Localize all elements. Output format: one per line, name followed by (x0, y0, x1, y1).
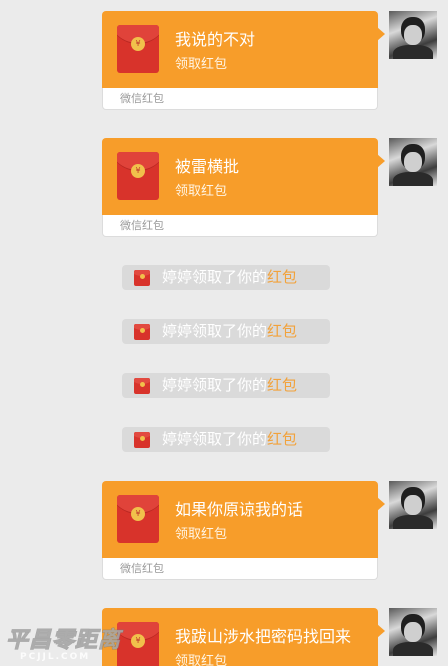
watermark-text: 平昌零距离 (5, 628, 122, 654)
user-avatar[interactable] (389, 138, 437, 186)
red-packet-message[interactable]: ¥ 如果你原谅我的话 领取红包 微信红包 (102, 481, 385, 580)
red-packet-title: 我跋山涉水把密码找回来 (175, 627, 352, 646)
site-watermark: 平昌零距离 PCJJL.COM (5, 622, 122, 663)
red-packet-link[interactable]: 红包 (267, 376, 297, 394)
red-packet-small-icon (134, 432, 150, 448)
red-packet-small-icon (134, 270, 150, 286)
notice-text: 婷婷领取了你的 (162, 376, 268, 394)
notice-text: 婷婷领取了你的 (162, 322, 268, 340)
red-packet-claimed-notice: 婷婷领取了你的红包 (122, 373, 330, 398)
watermark-url: PCJJL.COM (20, 652, 91, 662)
red-packet-icon: ¥ (117, 622, 159, 666)
red-packet-bubble[interactable]: ¥ 我说的不对 领取红包 (102, 11, 385, 88)
red-packet-bubble[interactable]: ¥ 如果你原谅我的话 领取红包 (102, 481, 385, 558)
red-packet-link[interactable]: 红包 (267, 430, 297, 448)
user-avatar[interactable] (389, 11, 437, 59)
chat-window: ¥ 我说的不对 领取红包 微信红包 ¥ 被雷横批 领取红包 微信红包 婷婷领取了… (0, 0, 448, 666)
coin-icon: ¥ (131, 164, 145, 178)
red-packet-icon: ¥ (117, 25, 159, 73)
coin-icon: ¥ (131, 37, 145, 51)
red-packet-bubble[interactable]: ¥ 被雷横批 领取红包 (102, 138, 385, 215)
red-packet-link[interactable]: 红包 (267, 268, 297, 286)
user-avatar[interactable] (389, 481, 437, 529)
red-packet-message[interactable]: ¥ 被雷横批 领取红包 微信红包 (102, 138, 385, 237)
red-packet-claimed-notice: 婷婷领取了你的红包 (122, 265, 330, 290)
red-packet-action: 领取红包 (175, 57, 228, 72)
red-packet-title: 被雷横批 (175, 157, 240, 176)
user-avatar[interactable] (389, 608, 437, 656)
red-packet-footer: 微信红包 (102, 88, 378, 110)
coin-icon: ¥ (131, 507, 145, 521)
coin-icon: ¥ (131, 634, 145, 648)
red-packet-icon: ¥ (117, 495, 159, 543)
red-packet-title: 如果你原谅我的话 (175, 500, 304, 519)
red-packet-small-icon (134, 378, 150, 394)
red-packet-title: 我说的不对 (175, 30, 256, 49)
red-packet-footer: 微信红包 (102, 215, 378, 237)
notice-text: 婷婷领取了你的 (162, 430, 268, 448)
red-packet-icon: ¥ (117, 152, 159, 200)
red-packet-link[interactable]: 红包 (267, 322, 297, 340)
red-packet-bubble[interactable]: ¥ 我跋山涉水把密码找回来 领取红包 (102, 608, 385, 666)
red-packet-claimed-notice: 婷婷领取了你的红包 (122, 319, 330, 344)
red-packet-message[interactable]: ¥ 我跋山涉水把密码找回来 领取红包 (102, 608, 385, 666)
red-packet-action: 领取红包 (175, 654, 228, 666)
notice-text: 婷婷领取了你的 (162, 268, 268, 286)
red-packet-action: 领取红包 (175, 184, 228, 199)
red-packet-action: 领取红包 (175, 527, 228, 542)
red-packet-claimed-notice: 婷婷领取了你的红包 (122, 427, 330, 452)
red-packet-small-icon (134, 324, 150, 340)
red-packet-footer: 微信红包 (102, 558, 378, 580)
red-packet-message[interactable]: ¥ 我说的不对 领取红包 微信红包 (102, 11, 385, 110)
